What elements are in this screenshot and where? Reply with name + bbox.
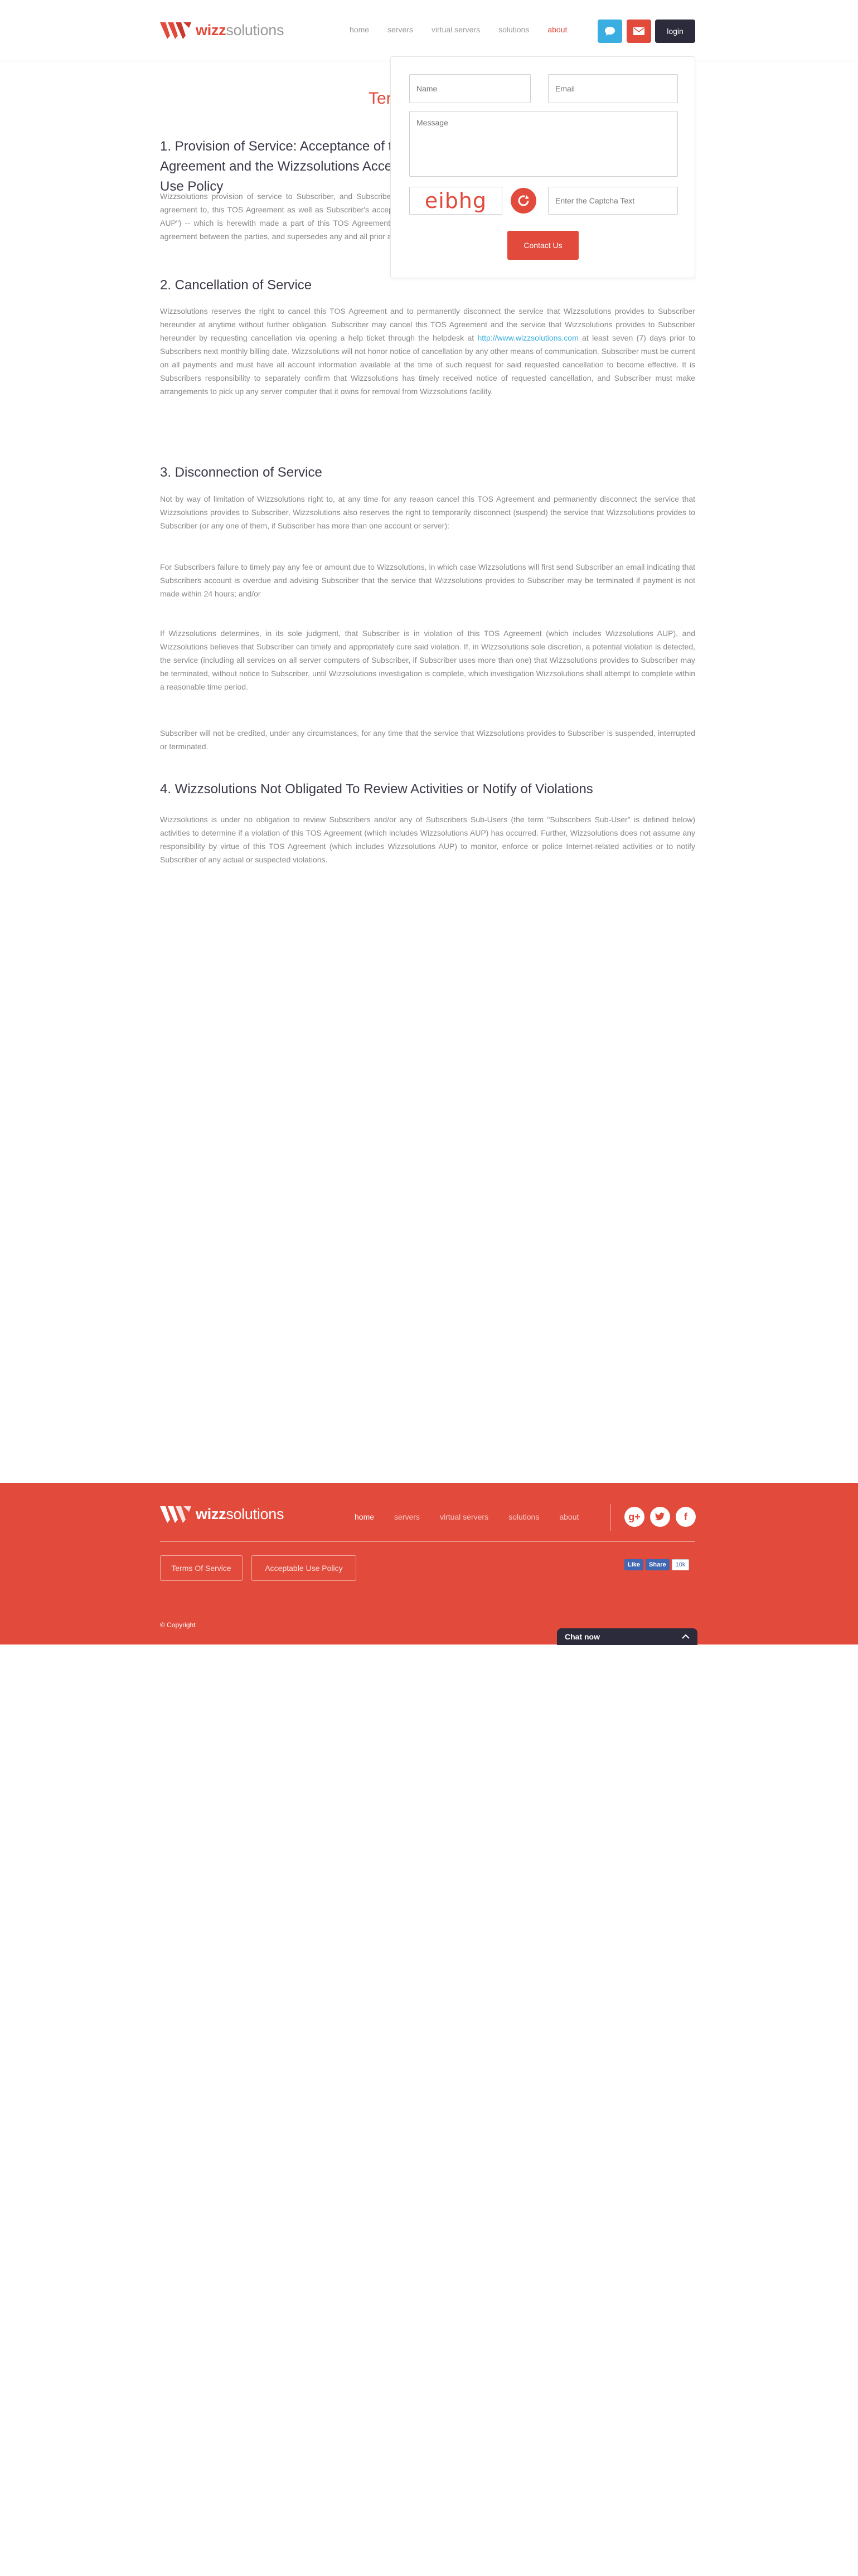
envelope-icon: [633, 27, 644, 35]
site-footer: wizzsolutions home servers virtual serve…: [0, 1483, 858, 1644]
section-3-paragraph-3: If Wizzsolutions determines, in its sole…: [160, 629, 695, 691]
helpdesk-link[interactable]: http://www.wizzsolutions.com: [477, 333, 578, 342]
chevron-up-icon: [682, 1634, 690, 1639]
nav-solutions[interactable]: solutions: [498, 25, 529, 34]
facebook-icon[interactable]: f: [676, 1507, 696, 1527]
facebook-like-widget[interactable]: Like Share 10k: [624, 1559, 690, 1570]
site-header: wizzsolutions home servers virtual serve…: [0, 0, 858, 61]
main-nav: home servers virtual servers solutions a…: [350, 25, 585, 34]
captcha-image: eibhg: [409, 187, 502, 215]
section-heading-2: 2. Cancellation of Service: [160, 278, 312, 293]
google-plus-icon[interactable]: g+: [624, 1507, 644, 1527]
message-field[interactable]: [409, 111, 678, 177]
fb-share-button[interactable]: Share: [646, 1559, 670, 1570]
footer-divider: [610, 1504, 611, 1531]
login-button[interactable]: login: [655, 20, 695, 43]
nav-home[interactable]: home: [350, 25, 369, 34]
fb-like-count: 10k: [671, 1559, 690, 1570]
acceptable-use-policy-link[interactable]: Acceptable Use Policy: [251, 1555, 356, 1581]
logo-text: wizzsolutions: [196, 21, 284, 38]
nav-virtual-servers[interactable]: virtual servers: [432, 25, 480, 34]
footer-logo[interactable]: wizzsolutions: [160, 1503, 284, 1525]
section-3-paragraph-4: Subscriber will not be credited, under a…: [160, 729, 695, 751]
chat-now-label: Chat now: [565, 1632, 600, 1641]
footer-nav: home servers virtual servers solutions a…: [355, 1512, 599, 1521]
chat-now-widget[interactable]: Chat now: [557, 1628, 697, 1645]
mail-button[interactable]: [627, 20, 651, 43]
copyright-text: © Copyright: [160, 1621, 196, 1629]
footer-nav-virtual-servers[interactable]: virtual servers: [440, 1512, 488, 1521]
logo[interactable]: wizzsolutions: [160, 19, 284, 41]
footer-nav-home[interactable]: home: [355, 1512, 374, 1521]
terms-of-service-link[interactable]: Terms Of Service: [160, 1555, 243, 1581]
name-field[interactable]: [409, 74, 531, 103]
footer-rule: [160, 1541, 695, 1542]
footer-nav-about[interactable]: about: [559, 1512, 579, 1521]
chat-button[interactable]: [598, 20, 622, 43]
section-2-paragraph: Wizzsolutions reserves the right to canc…: [160, 307, 696, 396]
wizz-logo-icon: [160, 1506, 191, 1523]
section-heading-4: 4. Wizzsolutions Not Obligated To Review…: [160, 782, 593, 797]
captcha-input[interactable]: [548, 187, 678, 215]
section-3-paragraph-2: For Subscribers failure to timely pay an…: [160, 562, 695, 598]
email-field[interactable]: [548, 74, 678, 103]
wizz-logo-icon: [160, 22, 191, 39]
refresh-captcha-button[interactable]: [511, 188, 536, 214]
fb-like-button[interactable]: Like: [624, 1559, 644, 1570]
twitter-icon[interactable]: [650, 1507, 670, 1527]
footer-nav-servers[interactable]: servers: [394, 1512, 420, 1521]
speech-bubble-icon: [605, 27, 615, 36]
footer-nav-solutions[interactable]: solutions: [508, 1512, 539, 1521]
section-heading-3: 3. Disconnection of Service: [160, 465, 322, 480]
section-4-paragraph: Wizzsolutions is under no obligation to …: [160, 815, 695, 864]
footer-logo-text: wizzsolutions: [196, 1505, 284, 1522]
nav-about[interactable]: about: [547, 25, 567, 34]
refresh-icon: [518, 195, 529, 206]
contact-us-button[interactable]: Contact Us: [507, 231, 579, 260]
contact-popup: eibhg Contact Us: [390, 56, 695, 278]
section-3-paragraph-1: Not by way of limitation of Wizzsolution…: [160, 494, 695, 530]
nav-servers[interactable]: servers: [387, 25, 413, 34]
